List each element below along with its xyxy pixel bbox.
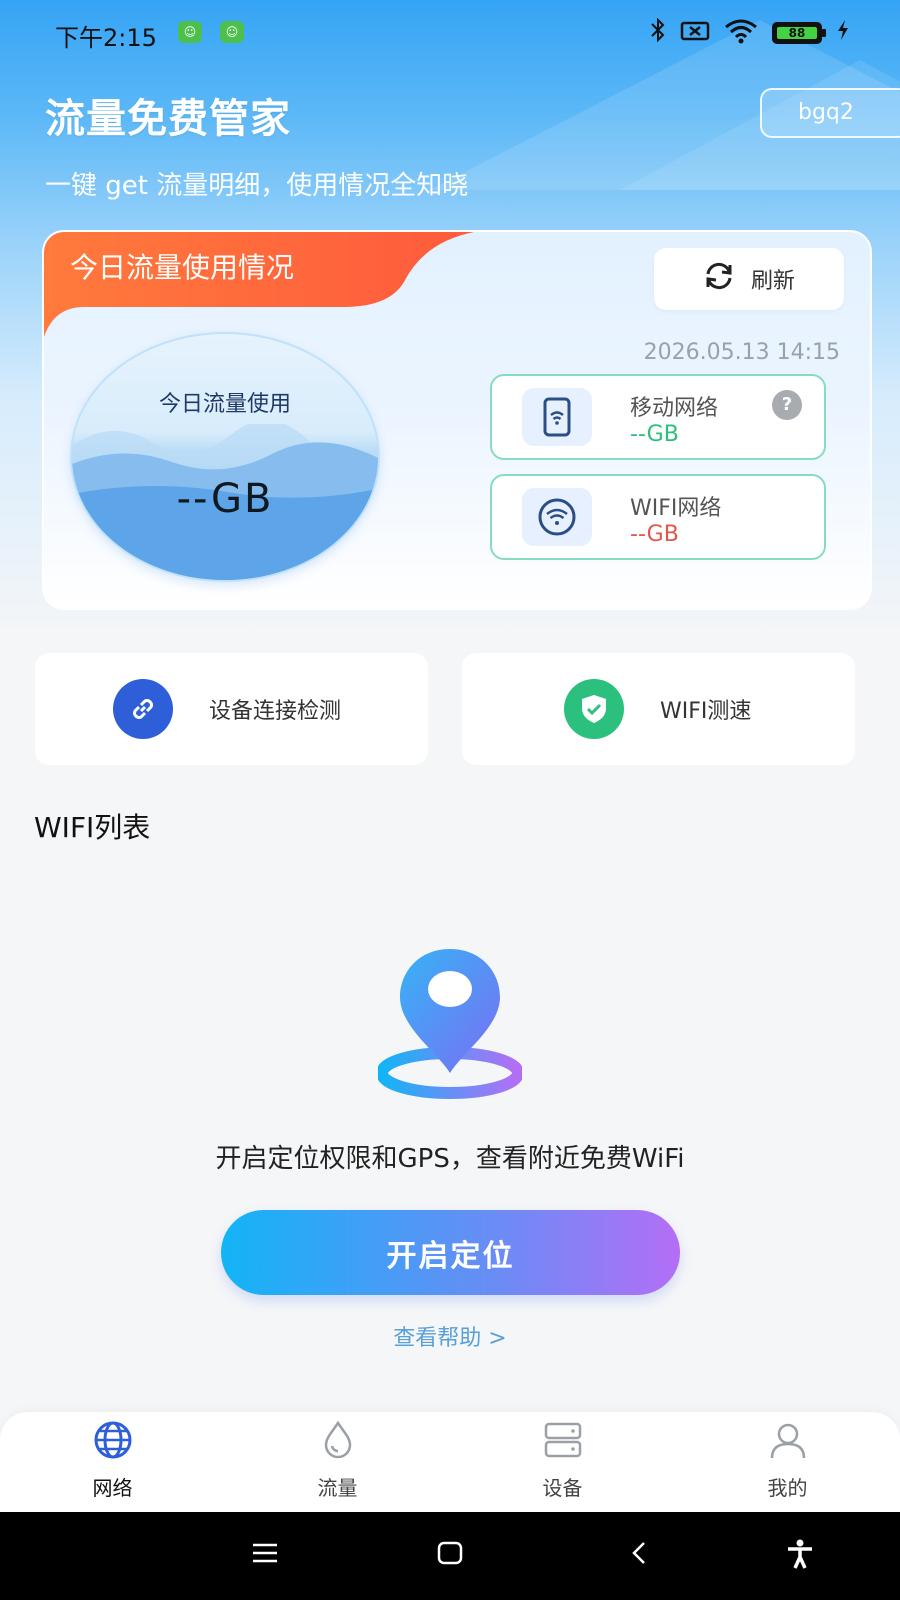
drop-icon bbox=[318, 1420, 358, 1464]
card-title: 今日流量使用情况 bbox=[70, 251, 295, 284]
nav-label: 设备 bbox=[542, 1476, 583, 1500]
mobile-network-label: 移动网络 bbox=[630, 396, 719, 421]
refresh-icon bbox=[703, 262, 735, 296]
globe-icon bbox=[92, 1420, 134, 1464]
user-icon bbox=[767, 1420, 809, 1464]
link-icon bbox=[113, 679, 173, 739]
system-nav-bar bbox=[0, 1512, 900, 1600]
user-badge[interactable]: bgq2 bbox=[760, 88, 900, 138]
status-time: 下午2:15 bbox=[55, 24, 157, 52]
accessibility-icon[interactable] bbox=[785, 1538, 815, 1574]
wifi-icon bbox=[522, 488, 592, 546]
home-icon[interactable] bbox=[435, 1538, 465, 1572]
no-sim-icon bbox=[680, 20, 710, 46]
notification-app-icon: ☺ bbox=[220, 21, 244, 43]
mobile-phone-icon bbox=[522, 388, 592, 446]
gauge-value: --GB bbox=[176, 476, 274, 522]
refresh-button[interactable]: 刷新 bbox=[654, 248, 844, 310]
bottom-nav: 网络 流量 设备 我的 bbox=[0, 1412, 900, 1512]
nav-label: 我的 bbox=[767, 1476, 808, 1500]
nav-label: 流量 bbox=[317, 1476, 358, 1500]
wifi-network-card[interactable]: WIFI网络 --GB bbox=[490, 474, 826, 560]
gauge-label: 今日流量使用 bbox=[158, 392, 291, 417]
wifi-network-label: WIFI网络 bbox=[630, 496, 722, 521]
menu-icon[interactable] bbox=[250, 1538, 280, 1572]
device-check-label: 设备连接检测 bbox=[209, 699, 342, 724]
usage-gauge: 今日流量使用 --GB bbox=[70, 332, 380, 582]
wifi-list-title: WIFI列表 bbox=[34, 811, 151, 844]
back-icon[interactable] bbox=[625, 1538, 655, 1572]
update-timestamp: 2026.05.13 14:15 bbox=[643, 340, 840, 365]
refresh-label: 刷新 bbox=[750, 269, 795, 294]
battery-icon: 88 bbox=[772, 22, 826, 44]
location-pin-icon bbox=[376, 945, 524, 1101]
nav-item-traffic[interactable]: 流量 bbox=[225, 1412, 450, 1512]
nav-item-device[interactable]: 设备 bbox=[450, 1412, 675, 1512]
wifi-speed-button[interactable]: WIFI测速 bbox=[462, 653, 855, 765]
battery-level: 88 bbox=[777, 27, 817, 40]
bluetooth-icon bbox=[650, 17, 666, 48]
help-link[interactable]: 查看帮助 > bbox=[0, 1320, 900, 1352]
app-subtitle: 一键 get 流量明细，使用情况全知晓 bbox=[45, 171, 469, 201]
nav-item-network[interactable]: 网络 bbox=[0, 1412, 225, 1512]
nav-label: 网络 bbox=[92, 1476, 133, 1500]
notification-app-icon: ☺ bbox=[178, 21, 202, 43]
mobile-network-card[interactable]: 移动网络 --GB ? bbox=[490, 374, 826, 460]
shield-icon bbox=[564, 679, 624, 739]
wifi-network-value: --GB bbox=[630, 522, 679, 547]
mobile-network-value: --GB bbox=[630, 422, 679, 447]
server-icon bbox=[542, 1420, 584, 1464]
charging-icon bbox=[836, 19, 850, 47]
app-title: 流量免费管家 bbox=[45, 96, 291, 142]
usage-card: 今日流量使用情况 刷新 2026.05.13 14:15 今日流量使用 --GB… bbox=[42, 230, 872, 610]
nav-item-me[interactable]: 我的 bbox=[675, 1412, 900, 1512]
gps-prompt: 开启定位权限和GPS，查看附近免费WiFi bbox=[215, 1144, 685, 1174]
wifi-signal-icon bbox=[724, 18, 758, 48]
status-bar: 下午2:15 ☺ ☺ 88 bbox=[0, 0, 900, 64]
enable-location-button[interactable]: 开启定位 bbox=[221, 1210, 680, 1295]
device-check-button[interactable]: 设备连接检测 bbox=[35, 653, 428, 765]
wifi-speed-label: WIFI测速 bbox=[660, 699, 752, 724]
help-icon[interactable]: ? bbox=[772, 390, 802, 420]
